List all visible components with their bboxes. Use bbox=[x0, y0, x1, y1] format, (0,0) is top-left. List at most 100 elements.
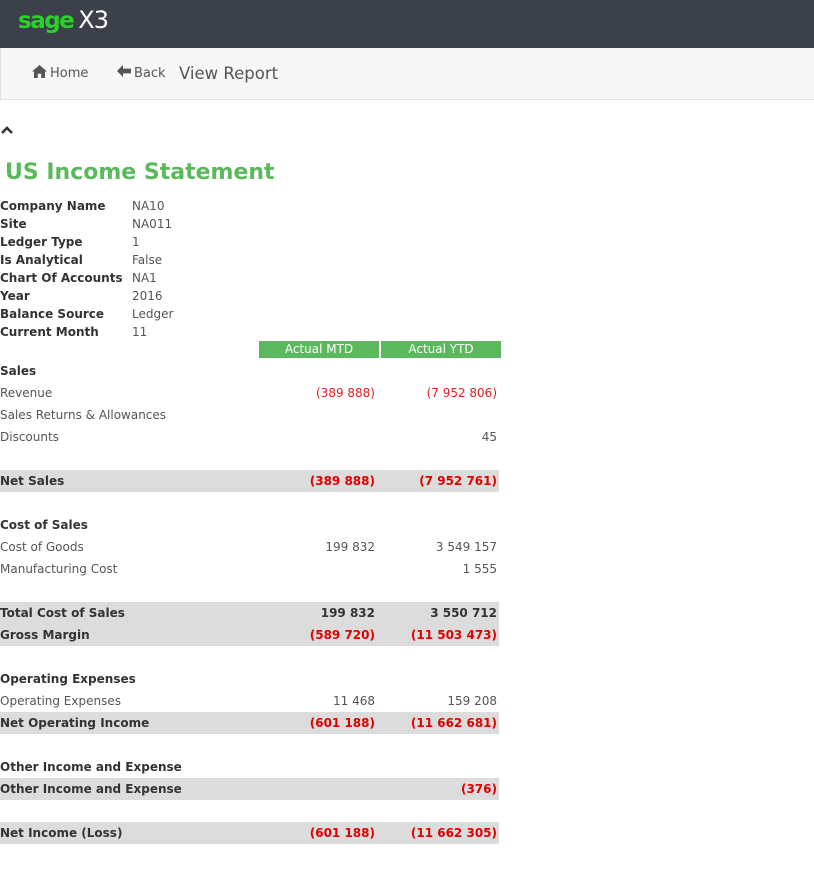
logo-product: X3 bbox=[78, 6, 109, 34]
row-label: Sales bbox=[0, 364, 37, 378]
cell-mtd: (589 720) bbox=[309, 628, 375, 642]
cell-mtd: (601 188) bbox=[309, 826, 375, 840]
parameter-row: Year 2016 bbox=[0, 287, 173, 305]
spacer-row bbox=[0, 734, 499, 756]
parameter-label: Current Month bbox=[0, 325, 99, 339]
chevron-up-icon bbox=[1, 123, 13, 137]
parameter-value: NA1 bbox=[132, 271, 157, 285]
table-row: Sales Returns & Allowances bbox=[0, 404, 499, 426]
row-label: Revenue bbox=[0, 386, 53, 400]
row-label: Net Sales bbox=[0, 474, 65, 488]
parameter-row: Ledger Type 1 bbox=[0, 233, 173, 251]
section-header-row: Operating Expenses bbox=[0, 668, 499, 690]
parameter-label: Chart Of Accounts bbox=[0, 271, 123, 285]
row-label: Total Cost of Sales bbox=[0, 606, 125, 620]
sage-x3-logo[interactable]: sage X3 bbox=[18, 6, 109, 34]
row-label: Operating Expenses bbox=[0, 672, 136, 686]
cell-mtd: (389 888) bbox=[316, 386, 375, 400]
parameter-value: 2016 bbox=[132, 289, 163, 303]
row-label: Net Income (Loss) bbox=[0, 826, 123, 840]
table-row: Manufacturing Cost 1 555 bbox=[0, 558, 499, 580]
cell-mtd: (601 188) bbox=[309, 716, 375, 730]
section-header-row: Cost of Sales bbox=[0, 514, 499, 536]
parameter-row: Site NA011 bbox=[0, 215, 173, 233]
arrow-left-icon bbox=[117, 65, 134, 81]
spacer-row bbox=[0, 646, 499, 668]
parameter-label: Year bbox=[0, 289, 30, 303]
back-link[interactable]: Back bbox=[117, 65, 166, 81]
cell-ytd: (7 952 761) bbox=[419, 474, 497, 488]
cell-mtd: 199 832 bbox=[320, 606, 375, 620]
total-row: Gross Margin (589 720) (11 503 473) bbox=[0, 624, 499, 646]
row-label: Cost of Goods bbox=[0, 540, 84, 554]
parameter-value: 11 bbox=[132, 325, 148, 339]
row-label: Other Income and Expense bbox=[0, 760, 182, 774]
table-row: Revenue (389 888) (7 952 806) bbox=[0, 382, 499, 404]
total-row: Other Income and Expense (376) bbox=[0, 778, 499, 800]
parameter-row: Chart Of Accounts NA1 bbox=[0, 269, 173, 287]
row-label: Other Income and Expense bbox=[0, 782, 182, 796]
report-title: US Income Statement bbox=[5, 160, 275, 185]
column-headers: Actual MTD Actual YTD bbox=[0, 341, 501, 358]
parameter-value: 1 bbox=[132, 235, 140, 249]
row-label: Gross Margin bbox=[0, 628, 90, 642]
home-link[interactable]: Home bbox=[32, 65, 88, 82]
parameter-label: Is Analytical bbox=[0, 253, 83, 267]
total-row: Total Cost of Sales 199 832 3 550 712 bbox=[0, 602, 499, 624]
home-label: Home bbox=[50, 66, 89, 81]
cell-ytd: (7 952 806) bbox=[426, 386, 497, 400]
table-row: Cost of Goods 199 832 3 549 157 bbox=[0, 536, 499, 558]
total-row: Net Income (Loss) (601 188) (11 662 305) bbox=[0, 822, 499, 844]
cell-ytd: 3 550 712 bbox=[430, 606, 497, 620]
nav-bar: Home Back View Report bbox=[0, 48, 814, 100]
cell-ytd: (376) bbox=[460, 782, 497, 796]
home-icon bbox=[32, 65, 50, 82]
parameter-row: Is Analytical False bbox=[0, 251, 173, 269]
top-bar: sage X3 bbox=[0, 0, 814, 48]
cell-mtd: (389 888) bbox=[309, 474, 375, 488]
logo-sage: sage bbox=[18, 8, 75, 34]
section-header-row: Other Income and Expense bbox=[0, 756, 499, 778]
cell-ytd: 1 555 bbox=[462, 562, 497, 576]
parameter-row: Balance Source Ledger bbox=[0, 305, 173, 323]
parameter-label: Company Name bbox=[0, 199, 106, 213]
parameter-value: Ledger bbox=[132, 307, 174, 321]
cell-mtd: 199 832 bbox=[325, 540, 375, 554]
row-label: Net Operating Income bbox=[0, 716, 150, 730]
spacer-row bbox=[0, 800, 499, 822]
cell-mtd: 11 468 bbox=[333, 694, 375, 708]
cell-ytd: (11 662 305) bbox=[410, 826, 497, 840]
parameter-value: NA011 bbox=[132, 217, 173, 231]
collapse-toggle[interactable] bbox=[1, 123, 13, 137]
income-statement-table: Sales Revenue (389 888) (7 952 806) Sales Re… bbox=[0, 360, 499, 844]
row-label: Operating Expenses bbox=[0, 694, 121, 708]
cell-ytd: 45 bbox=[481, 430, 497, 444]
column-header-ytd: Actual YTD bbox=[381, 341, 501, 358]
spacer-row bbox=[0, 492, 499, 514]
row-label: Sales Returns & Allowances bbox=[0, 408, 167, 422]
parameter-label: Ledger Type bbox=[0, 235, 83, 249]
parameter-value: NA10 bbox=[132, 199, 165, 213]
row-label: Cost of Sales bbox=[0, 518, 88, 532]
parameter-label: Balance Source bbox=[0, 307, 105, 321]
table-row: Discounts 45 bbox=[0, 426, 499, 448]
parameter-value: False bbox=[132, 253, 163, 267]
row-label: Manufacturing Cost bbox=[0, 562, 118, 576]
parameter-row: Current Month 11 bbox=[0, 323, 173, 341]
report-parameters: Company Name NA10 Site NA011 Ledger Type 1 Is … bbox=[0, 197, 173, 341]
cell-ytd: 3 549 157 bbox=[435, 540, 497, 554]
total-row: Net Sales (389 888) (7 952 761) bbox=[0, 470, 499, 492]
cell-ytd: (11 503 473) bbox=[410, 628, 497, 642]
row-label: Discounts bbox=[0, 430, 59, 444]
cell-ytd: 159 208 bbox=[447, 694, 497, 708]
page-title: View Report bbox=[179, 64, 279, 83]
column-header-mtd: Actual MTD bbox=[259, 341, 379, 358]
section-header-row: Sales bbox=[0, 360, 499, 382]
spacer-row bbox=[0, 448, 499, 470]
back-label: Back bbox=[134, 65, 166, 81]
table-row: Operating Expenses 11 468 159 208 bbox=[0, 690, 499, 712]
total-row: Net Operating Income (601 188) (11 662 681… bbox=[0, 712, 499, 734]
parameter-label: Site bbox=[0, 217, 27, 231]
cell-ytd: (11 662 681) bbox=[410, 716, 497, 730]
parameter-row: Company Name NA10 bbox=[0, 197, 173, 215]
